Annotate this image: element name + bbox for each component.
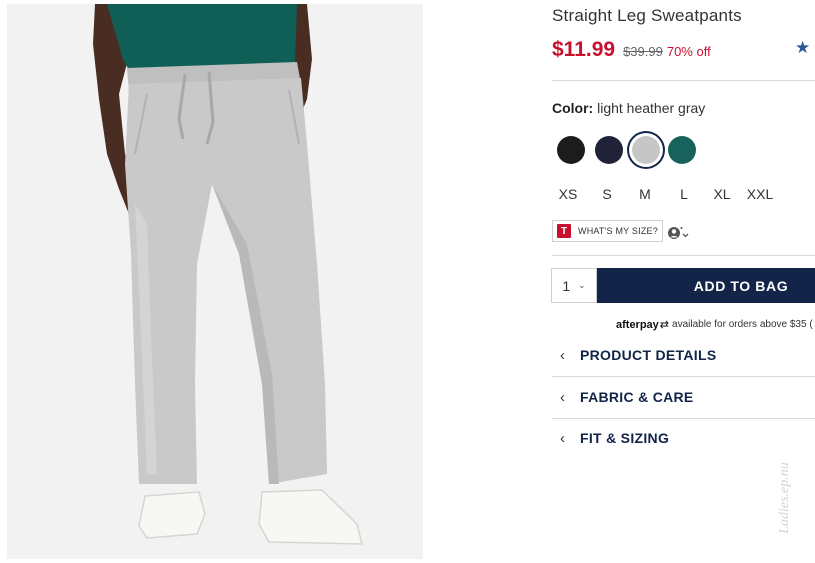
afterpay-arrows-icon: ⇄ xyxy=(659,319,670,331)
add-to-bag-button[interactable]: ADD TO BAG xyxy=(597,268,815,303)
rating-star-icon[interactable]: ★ xyxy=(795,38,810,58)
chevron-down-icon: ⌄ xyxy=(578,280,586,290)
true-fit-logo-icon: T xyxy=(557,224,571,238)
accordion-label: PRODUCT DETAILS xyxy=(580,347,717,363)
color-swatch-green[interactable] xyxy=(668,136,696,164)
watermark-text: Ladies.ep.nu xyxy=(777,461,792,534)
quantity-select[interactable]: 1 ⌄ xyxy=(551,268,597,303)
divider xyxy=(552,80,815,81)
color-swatch-light-heather-gray[interactable] xyxy=(632,136,660,164)
chevron-left-icon: ‹ xyxy=(560,346,565,364)
color-swatch-black[interactable] xyxy=(557,136,585,164)
whats-my-size-label: WHAT'S MY SIZE? xyxy=(578,226,658,236)
accordion-label: FABRIC & CARE xyxy=(580,389,694,405)
sweatpants-photo xyxy=(7,4,423,559)
afterpay-message: afterpay ⇄ available for orders above $3… xyxy=(616,318,813,332)
fit-profile-icon[interactable] xyxy=(667,225,689,241)
discount-label: 70% off xyxy=(666,44,711,59)
size-option-xl[interactable]: XL xyxy=(704,186,740,202)
original-price: $39.99 xyxy=(623,44,663,59)
size-option-m[interactable]: M xyxy=(627,186,663,202)
color-selection-label: Color: light heather gray xyxy=(552,100,705,116)
color-value: light heather gray xyxy=(597,100,706,116)
watermark: Ladies.ep.nu xyxy=(770,440,800,555)
price-row: $11.99 $39.99 70% off xyxy=(552,38,711,62)
accordion-fabric-care[interactable]: ‹ FABRIC & CARE xyxy=(552,377,815,417)
color-swatch-navy[interactable] xyxy=(595,136,623,164)
accordion-label: FIT & SIZING xyxy=(580,430,670,446)
quantity-value: 1 xyxy=(562,277,571,294)
size-option-s[interactable]: S xyxy=(589,186,625,202)
product-image[interactable] xyxy=(7,4,423,559)
sale-price: $11.99 xyxy=(552,38,616,61)
size-option-l[interactable]: L xyxy=(666,186,702,202)
afterpay-logo: afterpay xyxy=(616,318,659,331)
size-option-xs[interactable]: XS xyxy=(550,186,586,202)
divider xyxy=(552,255,815,256)
chevron-left-icon: ‹ xyxy=(560,429,565,447)
accordion-product-details[interactable]: ‹ PRODUCT DETAILS xyxy=(552,335,815,375)
product-title: Straight Leg Sweatpants xyxy=(552,6,742,25)
whats-my-size-button[interactable]: T WHAT'S MY SIZE? xyxy=(552,220,663,242)
chevron-left-icon: ‹ xyxy=(560,388,565,406)
size-option-xxl[interactable]: XXL xyxy=(742,186,778,202)
afterpay-text: available for orders above $35 ( xyxy=(672,319,813,330)
color-label: Color: xyxy=(552,100,594,116)
